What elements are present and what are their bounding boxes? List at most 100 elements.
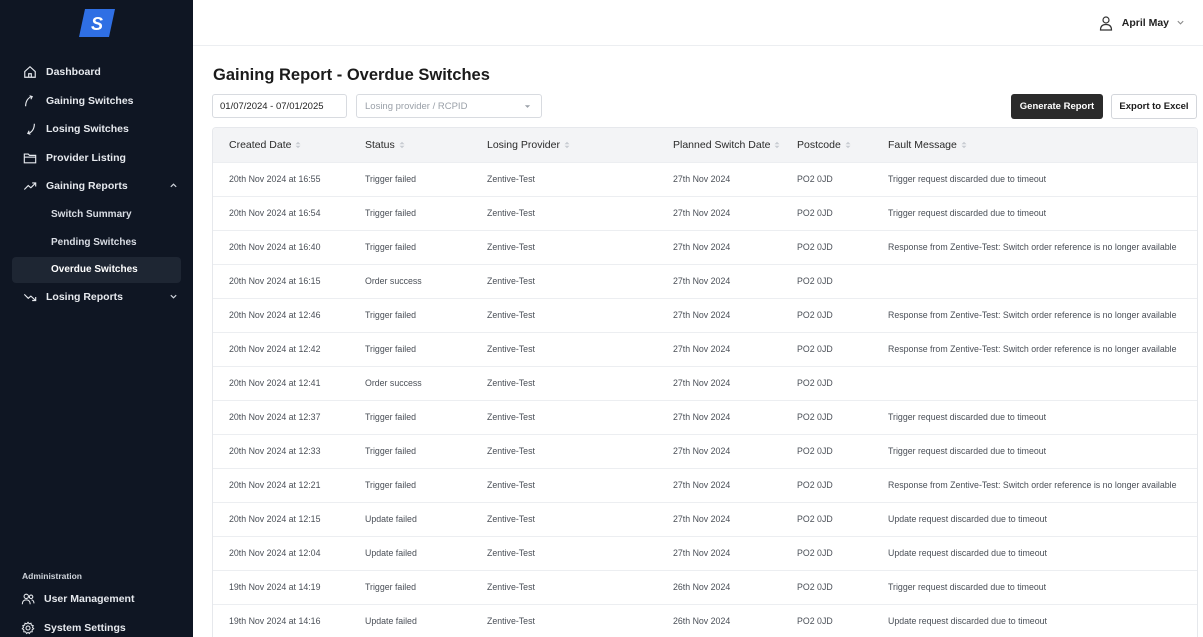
cell-losing-provider: Zentive-Test xyxy=(487,344,535,354)
sort-icon xyxy=(295,141,301,149)
user-menu[interactable]: April May xyxy=(1098,15,1185,31)
cell-postcode: PO2 0JD xyxy=(797,310,833,320)
table-row[interactable]: 20th Nov 2024 at 12:42 Trigger failed Zent… xyxy=(213,332,1197,366)
column-header-fault-message[interactable]: Fault Message xyxy=(872,128,1197,162)
cell-fault-message: Update request discarded due to timeout xyxy=(888,616,1047,627)
column-header-status[interactable]: Status xyxy=(349,128,471,162)
table-row[interactable]: 20th Nov 2024 at 12:41 Order success Zenti… xyxy=(213,366,1197,400)
cell-status: Order success xyxy=(365,378,422,388)
losing-provider-select[interactable]: Losing provider / RCPID xyxy=(356,94,542,118)
generate-report-button[interactable]: Generate Report xyxy=(1011,94,1103,119)
column-header-postcode[interactable]: Postcode xyxy=(781,128,872,162)
switches-table: Created Date Status Losing Provider Planned… xyxy=(212,127,1198,637)
cell-status: Update failed xyxy=(365,548,417,558)
cell-postcode: PO2 0JD xyxy=(797,582,833,592)
cell-created-date: 20th Nov 2024 at 12:04 xyxy=(229,548,321,558)
table-row[interactable]: 20th Nov 2024 at 12:21 Trigger failed Zent… xyxy=(213,468,1197,502)
sidebar-item-losing-reports[interactable]: Losing Reports xyxy=(0,283,193,312)
cell-created-date: 20th Nov 2024 at 16:15 xyxy=(229,276,321,286)
cell-planned-switch-date: 27th Nov 2024 xyxy=(673,548,731,558)
cell-planned-switch-date: 27th Nov 2024 xyxy=(673,208,731,218)
cell-created-date: 20th Nov 2024 at 16:55 xyxy=(229,174,321,184)
cell-losing-provider: Zentive-Test xyxy=(487,548,535,558)
date-range-input[interactable]: 01/07/2024 - 07/01/2025 xyxy=(212,94,347,118)
cell-fault-message: Response from Zentive-Test: Switch order… xyxy=(888,344,1177,354)
sidebar-item-gaining-switches[interactable]: Gaining Switches xyxy=(0,87,193,116)
cell-losing-provider: Zentive-Test xyxy=(487,480,535,490)
table-row[interactable]: 20th Nov 2024 at 12:37 Trigger failed Zent… xyxy=(213,400,1197,434)
table-row[interactable]: 20th Nov 2024 at 12:33 Trigger failed Zent… xyxy=(213,434,1197,468)
sidebar-subitem-pending-switches[interactable]: Pending Switches xyxy=(0,229,193,257)
chevron-up-icon xyxy=(169,181,179,191)
sidebar-item-user-management[interactable]: User Management xyxy=(0,585,193,614)
sort-icon xyxy=(961,141,967,149)
cell-status: Trigger failed xyxy=(365,174,417,184)
cell-postcode: PO2 0JD xyxy=(797,616,833,627)
home-icon xyxy=(22,64,38,80)
cell-created-date: 20th Nov 2024 at 16:40 xyxy=(229,242,321,252)
cell-fault-message: Trigger request discarded due to timeout xyxy=(888,208,1047,218)
cell-fault-message: Trigger request discarded due to timeout xyxy=(888,582,1047,592)
sidebar-subitem-switch-summary[interactable]: Switch Summary xyxy=(0,201,193,229)
main-nav: Dashboard Gaining Switches Losing Switch… xyxy=(0,58,193,311)
table-row[interactable]: 20th Nov 2024 at 16:55 Trigger failed Zent… xyxy=(213,162,1197,196)
sort-icon xyxy=(399,141,405,149)
column-header-created-date[interactable]: Created Date xyxy=(213,128,349,162)
cell-planned-switch-date: 27th Nov 2024 xyxy=(673,446,731,456)
sidebar-item-gaining-reports[interactable]: Gaining Reports xyxy=(0,172,193,201)
cell-created-date: 20th Nov 2024 at 12:37 xyxy=(229,412,321,422)
column-header-label: Status xyxy=(365,138,395,151)
cell-fault-message: Trigger request discarded due to timeout xyxy=(888,412,1047,422)
table-row[interactable]: 20th Nov 2024 at 12:15 Update failed Zenti… xyxy=(213,502,1197,536)
sidebar: S Dashboard Gaining Switches Losing Swit… xyxy=(0,0,193,637)
cell-losing-provider: Zentive-Test xyxy=(487,514,535,524)
cell-created-date: 20th Nov 2024 at 16:54 xyxy=(229,208,321,218)
cell-planned-switch-date: 26th Nov 2024 xyxy=(673,616,731,627)
column-header-label: Created Date xyxy=(229,138,292,151)
cell-fault-message: Response from Zentive-Test: Switch order… xyxy=(888,242,1177,252)
table-row[interactable]: 20th Nov 2024 at 12:46 Trigger failed Zent… xyxy=(213,298,1197,332)
sidebar-item-system-settings[interactable]: System Settings xyxy=(0,614,193,637)
folder-icon xyxy=(22,150,38,166)
table-row[interactable]: 20th Nov 2024 at 12:04 Update failed Zenti… xyxy=(213,536,1197,570)
cell-fault-message: Trigger request discarded due to timeout xyxy=(888,446,1047,456)
column-header-planned-switch-date[interactable]: Planned Switch Date xyxy=(657,128,781,162)
table-row[interactable]: 20th Nov 2024 at 16:40 Trigger failed Zent… xyxy=(213,230,1197,264)
cell-created-date: 19th Nov 2024 at 14:16 xyxy=(229,616,321,627)
cell-status: Update failed xyxy=(365,514,417,524)
users-icon xyxy=(20,591,36,607)
table-row[interactable]: 20th Nov 2024 at 16:54 Trigger failed Zent… xyxy=(213,196,1197,230)
cell-postcode: PO2 0JD xyxy=(797,412,833,422)
table-row[interactable]: 20th Nov 2024 at 16:15 Order success Zenti… xyxy=(213,264,1197,298)
cell-status: Trigger failed xyxy=(365,310,417,320)
sidebar-item-label: Losing Reports xyxy=(46,290,124,303)
cell-fault-message: Response from Zentive-Test: Switch order… xyxy=(888,480,1177,490)
table-row[interactable]: 19th Nov 2024 at 14:16 Update failed Zenti… xyxy=(213,604,1197,637)
sidebar-item-label: Gaining Switches xyxy=(46,94,134,107)
admin-nav: User Management System Settings xyxy=(0,585,193,637)
sidebar-item-label: Dashboard xyxy=(46,66,101,79)
cell-fault-message xyxy=(872,264,1197,298)
cell-status: Trigger failed xyxy=(365,242,417,252)
sidebar-item-label: Losing Switches xyxy=(46,123,129,136)
table-row[interactable]: 19th Nov 2024 at 14:19 Trigger failed Zent… xyxy=(213,570,1197,604)
brand-logo[interactable]: S xyxy=(78,9,115,37)
column-header-losing-provider[interactable]: Losing Provider xyxy=(471,128,657,162)
cell-created-date: 19th Nov 2024 at 14:19 xyxy=(229,582,321,592)
sidebar-item-provider-listing[interactable]: Provider Listing xyxy=(0,144,193,173)
cell-created-date: 20th Nov 2024 at 12:21 xyxy=(229,480,321,490)
export-excel-button[interactable]: Export to Excel xyxy=(1111,94,1197,119)
cell-postcode: PO2 0JD xyxy=(797,548,833,558)
gear-icon xyxy=(20,620,36,636)
cell-planned-switch-date: 27th Nov 2024 xyxy=(673,344,731,354)
sidebar-subitem-overdue-switches[interactable]: Overdue Switches xyxy=(12,256,181,283)
cell-status: Trigger failed xyxy=(365,412,417,422)
cell-losing-provider: Zentive-Test xyxy=(487,446,535,456)
sort-icon xyxy=(774,141,780,149)
cell-postcode: PO2 0JD xyxy=(797,242,833,252)
cell-planned-switch-date: 27th Nov 2024 xyxy=(673,514,731,524)
logo-area: S xyxy=(0,0,193,46)
sidebar-item-dashboard[interactable]: Dashboard xyxy=(0,58,193,87)
sidebar-item-losing-switches[interactable]: Losing Switches xyxy=(0,115,193,144)
cell-created-date: 20th Nov 2024 at 12:46 xyxy=(229,310,321,320)
